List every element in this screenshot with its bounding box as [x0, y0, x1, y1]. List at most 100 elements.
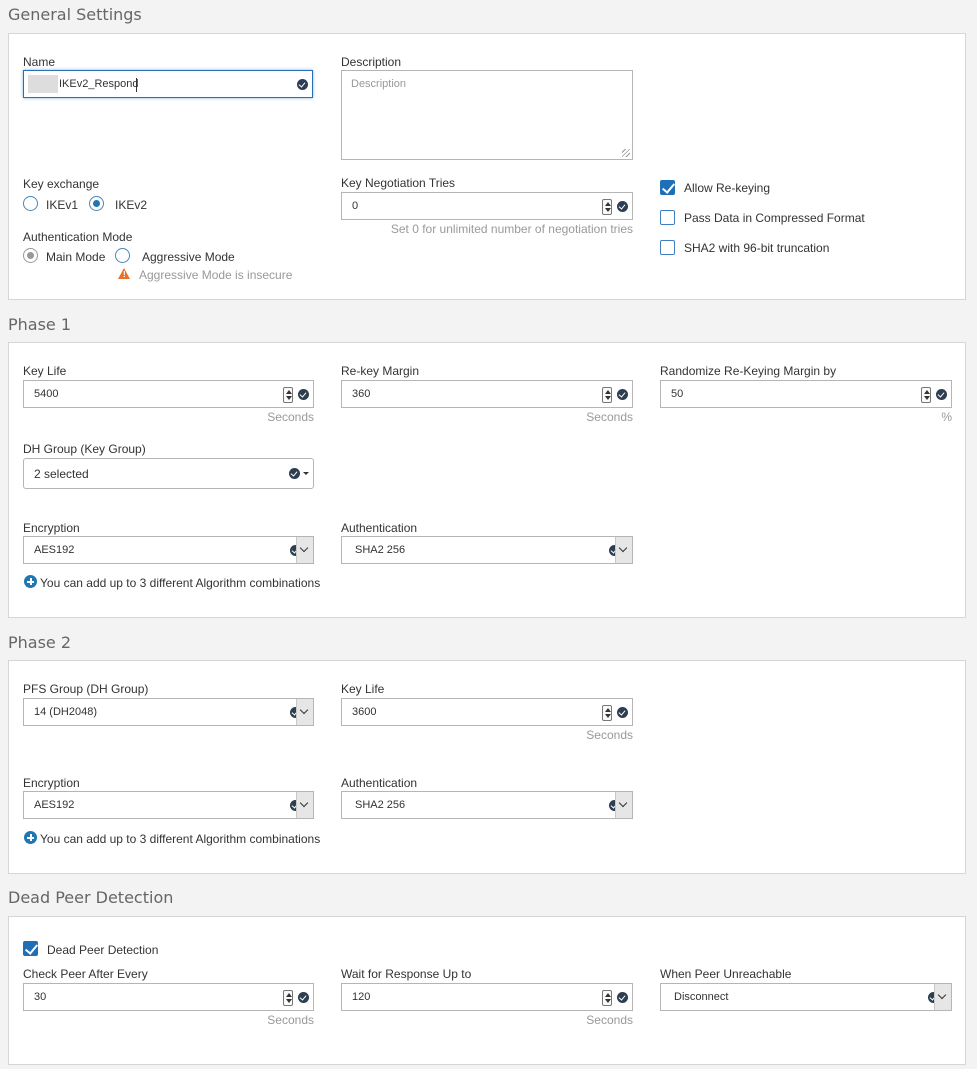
phase2-authentication-value: SHA2 256 [355, 799, 406, 811]
allow-rekeying-checkbox[interactable] [660, 180, 675, 195]
chevron-down-icon[interactable] [934, 984, 951, 1010]
phase2-authentication-label: Authentication [341, 776, 418, 790]
name-value: IKEv2_Respond [59, 78, 139, 90]
ikev1-radio[interactable] [23, 196, 38, 211]
valid-check-icon [298, 389, 309, 400]
add-circle-icon[interactable] [24, 831, 37, 844]
spinner-icon[interactable] [602, 199, 612, 215]
phase2-add-combination-link[interactable]: You can add up to 3 different Algorithm … [40, 832, 320, 846]
check-peer-unit: Seconds [267, 1013, 314, 1027]
phase2-encryption-value: AES192 [34, 799, 75, 811]
valid-check-icon [617, 992, 628, 1003]
rekey-margin-label: Re-key Margin [341, 364, 420, 378]
valid-check-icon [297, 79, 308, 90]
spinner-icon[interactable] [921, 387, 931, 403]
key-negotiation-hint: Set 0 for unlimited number of negotiatio… [390, 222, 633, 236]
randomize-unit: % [941, 410, 952, 424]
pfs-group-label: PFS Group (DH Group) [23, 682, 149, 696]
valid-check-icon [289, 468, 300, 479]
phase1-encryption-value: AES192 [34, 544, 75, 556]
check-peer-value: 30 [34, 991, 47, 1003]
warning-icon: ! [118, 268, 130, 279]
main-mode-label: Main Mode [46, 250, 106, 264]
spinner-icon[interactable] [602, 705, 612, 721]
chevron-down-icon [303, 472, 309, 475]
phase2-key-life-field[interactable]: 3600 [341, 698, 633, 726]
section-title-general: General Settings [8, 5, 142, 24]
name-field[interactable]: IKEv2_Respond [23, 70, 313, 98]
valid-check-icon [936, 389, 947, 400]
ikev2-radio[interactable] [89, 196, 104, 211]
peer-unreachable-value: Disconnect [674, 991, 729, 1003]
phase1-encryption-label: Encryption [23, 521, 80, 535]
chevron-down-icon[interactable] [296, 792, 313, 818]
check-peer-label: Check Peer After Every [23, 967, 148, 981]
phase2-key-life-value: 3600 [352, 706, 377, 718]
phase2-encryption-label: Encryption [23, 776, 80, 790]
ikev1-label: IKEv1 [46, 198, 79, 212]
dpd-enable-checkbox[interactable] [23, 941, 38, 956]
chevron-down-icon[interactable] [296, 537, 313, 563]
randomize-label: Randomize Re-Keying Margin by [660, 364, 837, 378]
key-negotiation-label: Key Negotiation Tries [341, 176, 456, 190]
phase2-key-life-unit: Seconds [586, 728, 633, 742]
pass-data-checkbox[interactable] [660, 210, 675, 225]
peer-unreachable-label: When Peer Unreachable [660, 967, 792, 981]
description-label: Description [341, 55, 402, 69]
dh-group-value: 2 selected [34, 467, 89, 481]
wait-response-value: 120 [352, 991, 371, 1003]
dh-group-multiselect[interactable]: 2 selected [23, 458, 314, 489]
section-title-phase2: Phase 2 [8, 633, 72, 652]
add-circle-icon[interactable] [24, 575, 37, 588]
spinner-icon[interactable] [602, 990, 612, 1006]
description-placeholder: Description [351, 78, 407, 90]
phase1-key-life-value: 5400 [34, 388, 59, 400]
ikev2-label: IKEv2 [115, 198, 148, 212]
phase2-encryption-select[interactable]: AES192 [23, 791, 314, 819]
chevron-down-icon[interactable] [615, 792, 632, 818]
pass-data-label: Pass Data in Compressed Format [684, 211, 865, 225]
spinner-icon[interactable] [283, 990, 293, 1006]
pfs-group-select[interactable]: 14 (DH2048) [23, 698, 314, 726]
chevron-down-icon[interactable] [296, 699, 313, 725]
pfs-group-value: 14 (DH2048) [34, 706, 97, 718]
sha2-96-checkbox[interactable] [660, 240, 675, 255]
peer-unreachable-select[interactable]: Disconnect [660, 983, 952, 1011]
auth-mode-label: Authentication Mode [23, 230, 133, 244]
spinner-icon[interactable] [283, 387, 293, 403]
phase1-key-life-unit: Seconds [267, 410, 314, 424]
spinner-icon[interactable] [602, 387, 612, 403]
description-field[interactable]: Description [341, 70, 633, 160]
wait-response-field[interactable]: 120 [341, 983, 633, 1011]
aggressive-mode-label: Aggressive Mode [142, 250, 235, 264]
phase1-key-life-field[interactable]: 5400 [23, 380, 314, 408]
valid-check-icon [617, 707, 628, 718]
aggressive-mode-radio[interactable] [115, 248, 130, 263]
main-mode-radio[interactable] [23, 248, 38, 263]
sha2-96-label: SHA2 with 96-bit truncation [684, 241, 830, 255]
dpd-enable-label: Dead Peer Detection [47, 943, 159, 957]
wait-response-unit: Seconds [586, 1013, 633, 1027]
wait-response-label: Wait for Response Up to [341, 967, 472, 981]
randomize-field[interactable]: 50 [660, 380, 952, 408]
phase1-encryption-select[interactable]: AES192 [23, 536, 314, 564]
name-label: Name [23, 55, 56, 69]
randomize-value: 50 [671, 388, 684, 400]
key-exchange-label: Key exchange [23, 177, 100, 191]
rekey-margin-field[interactable]: 360 [341, 380, 633, 408]
phase2-authentication-select[interactable]: SHA2 256 [341, 791, 633, 819]
key-negotiation-field[interactable]: 0 [341, 192, 633, 220]
text-caret [136, 78, 137, 92]
key-negotiation-value: 0 [352, 200, 359, 212]
valid-check-icon [617, 389, 628, 400]
phase1-authentication-select[interactable]: SHA2 256 [341, 536, 633, 564]
phase1-add-combination-link[interactable]: You can add up to 3 different Algorithm … [40, 576, 320, 590]
aggressive-warning: Aggressive Mode is insecure [139, 268, 293, 282]
phase1-authentication-value: SHA2 256 [355, 544, 406, 556]
check-peer-field[interactable]: 30 [23, 983, 314, 1011]
phase2-key-life-label: Key Life [341, 682, 385, 696]
resize-grip-icon[interactable] [622, 149, 630, 157]
rekey-margin-value: 360 [352, 388, 371, 400]
chevron-down-icon[interactable] [615, 537, 632, 563]
phase1-authentication-label: Authentication [341, 521, 418, 535]
